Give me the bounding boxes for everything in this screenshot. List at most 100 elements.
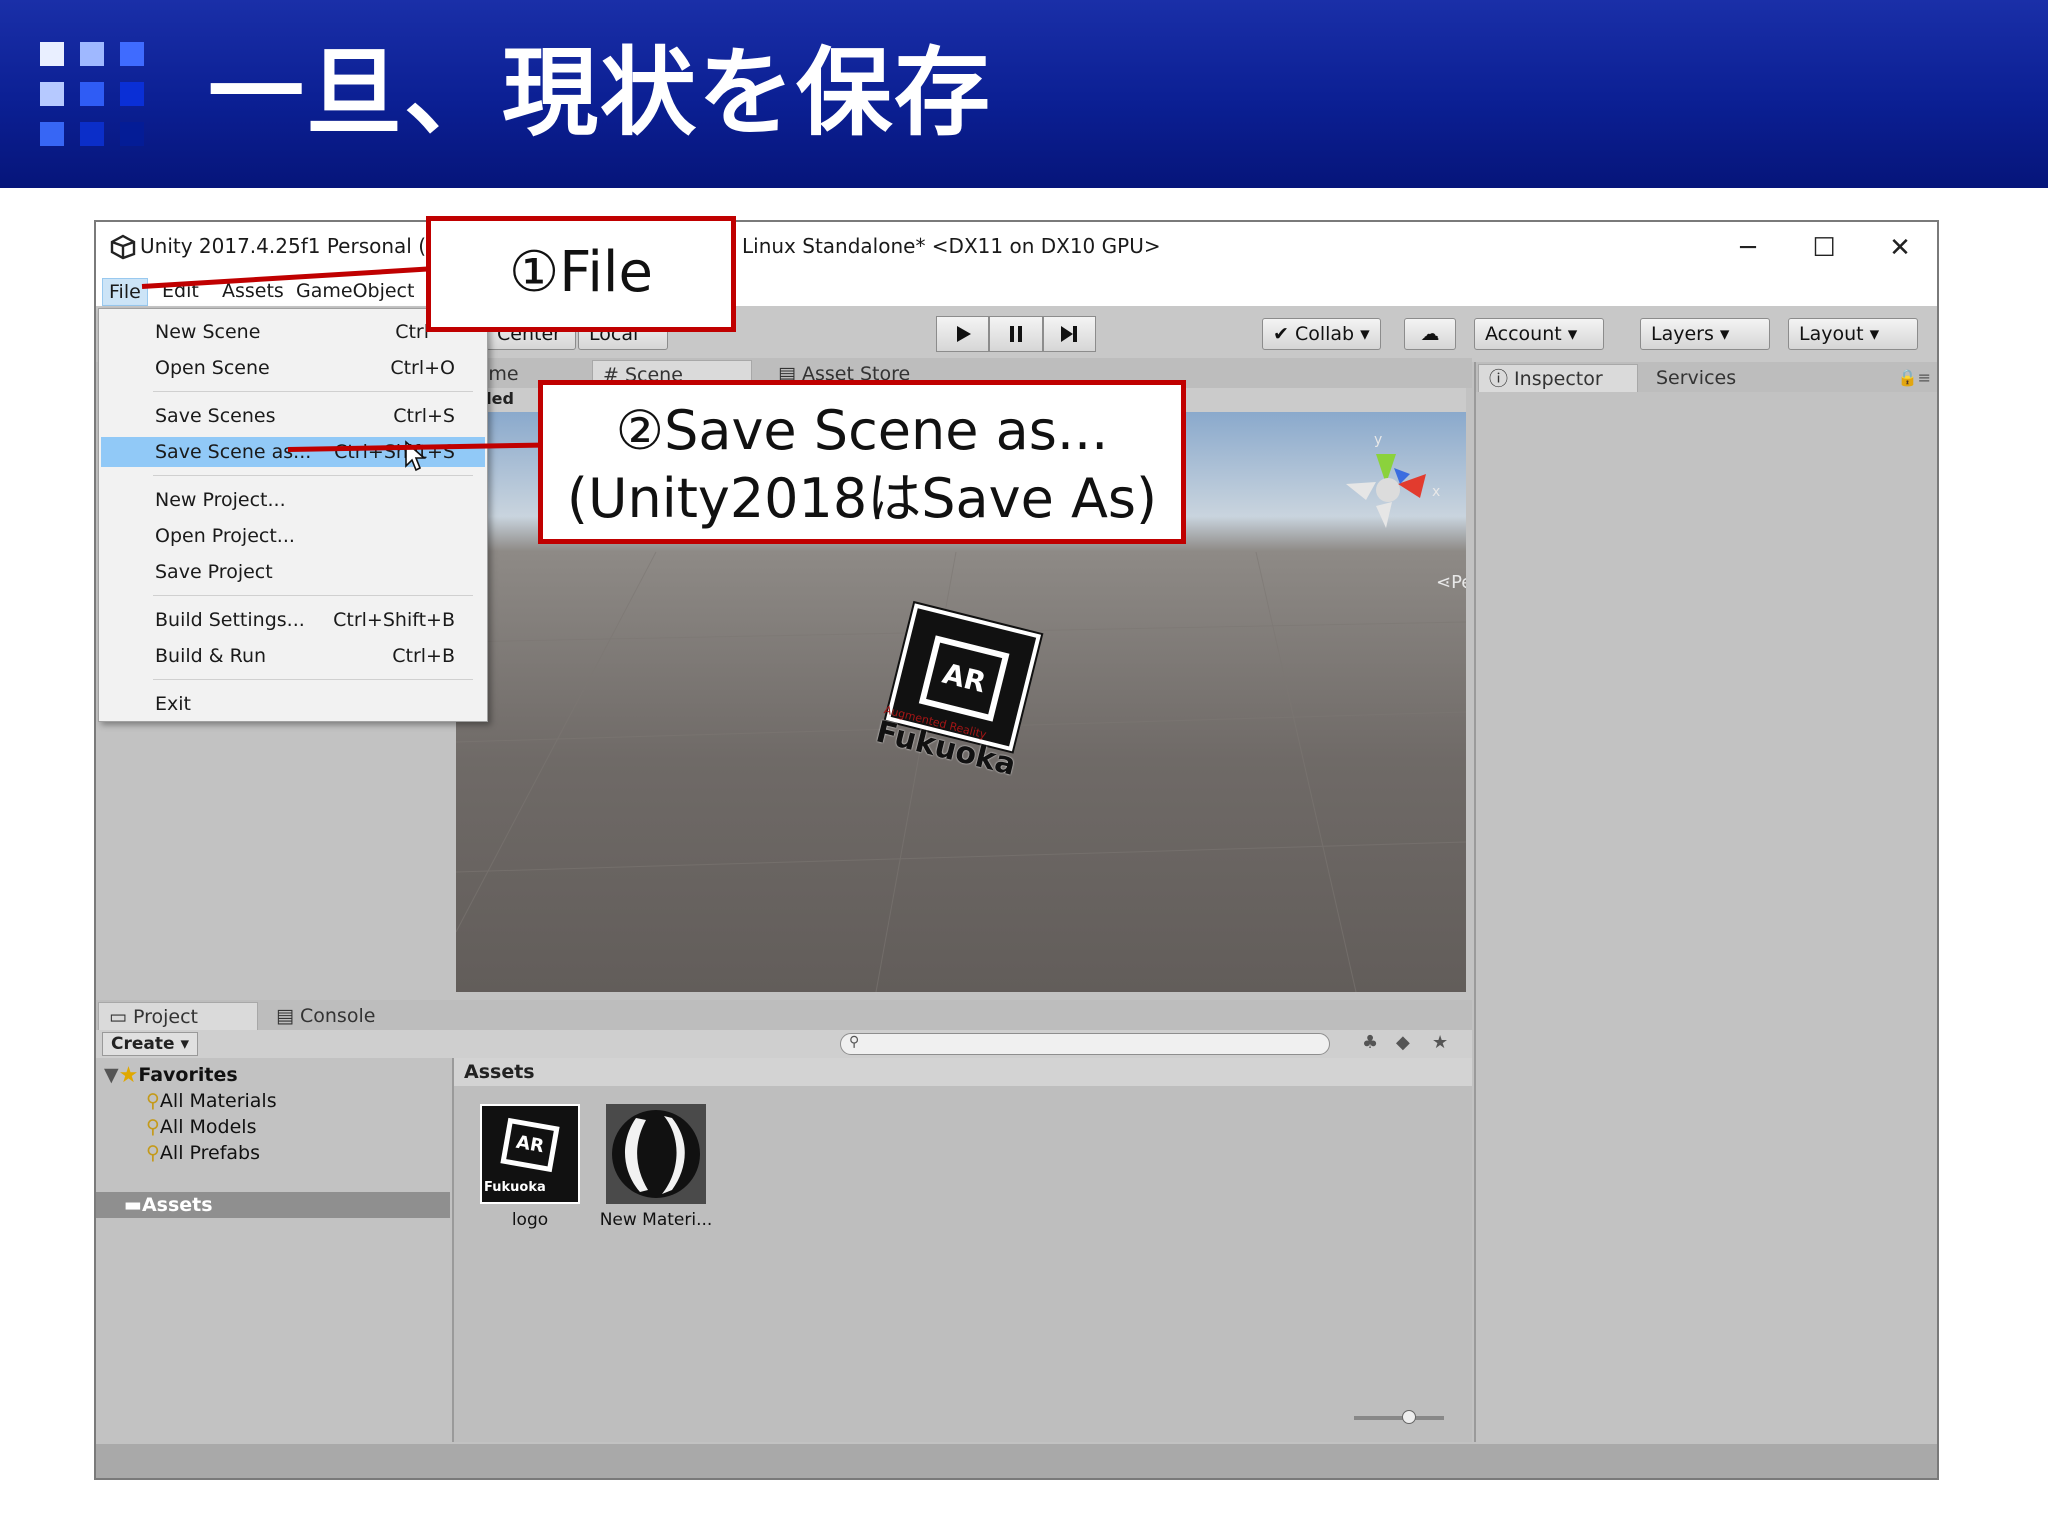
tab-project[interactable]: ▭ Project (98, 1002, 258, 1030)
callout-save-scene-as: ②Save Scene as... (Unity2018はSave As) (538, 380, 1186, 544)
project-tabstrip: ▭ Project ▤ Console (96, 1000, 1472, 1030)
menu-item-build-and-run[interactable]: Build & Run Ctrl+B (101, 641, 485, 671)
menu-item-exit[interactable]: Exit (101, 689, 485, 719)
svg-text:y: y (1374, 432, 1382, 448)
project-toolbar: Create ▾ ⚲ ♣ ◆ ★ (96, 1030, 1472, 1058)
playback-controls (936, 316, 1096, 352)
cloud-icon: ☁ (1420, 323, 1440, 345)
material-sphere-icon (612, 1110, 700, 1198)
callout-save-line1: ②Save Scene as... (615, 399, 1109, 462)
favorite-item[interactable]: ⚲ All Prefabs (146, 1140, 260, 1166)
tab-services[interactable]: Services (1646, 364, 1746, 392)
tab-console-label: Console (300, 1005, 376, 1027)
collab-label: Collab (1294, 323, 1355, 345)
menu-separator (153, 391, 473, 392)
check-icon: ✔ (1273, 323, 1295, 345)
expand-triangle-icon[interactable]: ▼ (104, 1064, 119, 1086)
tab-console[interactable]: ▤ Console (266, 1002, 385, 1030)
ar-marker-text: AR (926, 642, 1003, 715)
menu-file[interactable]: File (102, 278, 148, 306)
collab-dropdown[interactable]: ✔ Collab ▾ (1262, 318, 1381, 350)
search-folder-icon: ⚲ (146, 1090, 160, 1112)
step-button[interactable] (1042, 316, 1096, 352)
search-folder-icon: ⚲ (146, 1142, 160, 1164)
assets-folder-node[interactable]: ▬ Assets (96, 1192, 450, 1218)
assets-grid: Assets AR Fukuoka logo New Materi... (452, 1058, 1472, 1442)
search-icon: ⚲ (849, 1034, 860, 1050)
title-bar: Unity 2017.4.25f1 Personal (64bit Linux … (96, 222, 1937, 274)
favorites-label: Favorites (138, 1064, 238, 1086)
menu-item-open-scene[interactable]: Open Scene Ctrl+O (101, 353, 485, 383)
favorite-star-icon[interactable]: ★ (1432, 1032, 1448, 1053)
project-search-input[interactable]: ⚲ (840, 1033, 1330, 1055)
asset-logo-label: logo (511, 1210, 549, 1230)
tab-project-label: Project (133, 1006, 199, 1028)
tab-inspector-label: Inspector (1514, 368, 1603, 390)
inspector-tabstrip: ⓘ Inspector Services 🔒≡ (1476, 362, 1937, 392)
status-bar (96, 1444, 1937, 1478)
menu-item-build-settings[interactable]: Build Settings... Ctrl+Shift+B (101, 605, 485, 635)
slide-header: 一旦、現状を保存 (0, 0, 2048, 188)
callout-save-line2: (Unity2018はSave As) (566, 467, 1158, 530)
info-icon: ⓘ (1489, 368, 1515, 390)
tab-inspector[interactable]: ⓘ Inspector (1478, 364, 1638, 392)
folder-icon: ▬ (124, 1194, 142, 1216)
favorite-item[interactable]: ⚲ All Models (146, 1114, 256, 1140)
window-title-platform: Linux Standalone* <DX11 on DX10 GPU> (742, 234, 1161, 258)
maximize-button[interactable]: ☐ (1794, 228, 1854, 268)
filter-by-label-icon[interactable]: ◆ (1396, 1032, 1410, 1053)
lock-icon[interactable]: 🔒≡ (1898, 368, 1931, 387)
menu-item-open-project[interactable]: Open Project... (101, 521, 485, 551)
favorite-item-label: All Materials (159, 1090, 277, 1112)
pause-icon (1009, 326, 1022, 342)
menu-item-save-project[interactable]: Save Project (101, 557, 485, 587)
account-dropdown[interactable]: Account ▾ (1474, 318, 1604, 350)
favorite-item-label: All Prefabs (159, 1142, 261, 1164)
assets-breadcrumb: Assets (454, 1058, 1472, 1086)
unity-logo-icon (110, 234, 136, 260)
minimize-button[interactable]: ─ (1718, 228, 1778, 268)
svg-text:x: x (1432, 484, 1440, 500)
asset-logo-thumbnail[interactable]: AR Fukuoka (480, 1104, 580, 1204)
layers-dropdown[interactable]: Layers ▾ (1640, 318, 1770, 350)
account-label: Account (1485, 323, 1562, 345)
menu-separator (153, 679, 473, 680)
ar-marker-inner: AR (918, 635, 1010, 722)
folder-icon: ▭ (109, 1006, 133, 1028)
thumbnail-size-slider[interactable] (1354, 1410, 1444, 1424)
layers-label: Layers (1651, 323, 1714, 345)
favorite-item-label: All Models (159, 1116, 257, 1138)
asset-material-label: New Materi... (599, 1210, 713, 1230)
create-label: Create (111, 1034, 175, 1054)
menu-gameobject[interactable]: GameObject (290, 278, 420, 304)
pause-button[interactable] (989, 316, 1043, 352)
filter-by-type-icon[interactable]: ♣ (1362, 1032, 1378, 1053)
file-menu-dropdown: New Scene Ctrl Open Scene Ctrl+O Save Scen… (98, 308, 488, 722)
console-icon: ▤ (276, 1005, 300, 1027)
star-icon: ★ (118, 1062, 139, 1088)
scene-gizmo-icon[interactable]: y x (1336, 422, 1446, 542)
project-panel: ▭ Project ▤ Console Create ▾ ⚲ ♣ ◆ ★ ▼ ★… (96, 1000, 1472, 1442)
persp-icon: ⋖ (1436, 572, 1452, 593)
play-icon (956, 326, 971, 342)
layout-label: Layout (1799, 323, 1864, 345)
create-button[interactable]: Create ▾ (102, 1032, 198, 1056)
callout-file: ①File (426, 216, 736, 332)
slider-thumb[interactable] (1402, 1410, 1416, 1424)
step-icon (1061, 326, 1078, 342)
project-tree: ▼ ★ Favorites ⚲ All Materials ⚲ All Mode… (96, 1058, 450, 1442)
play-button[interactable] (936, 316, 990, 352)
inspector-panel: ⓘ Inspector Services 🔒≡ (1474, 362, 1937, 1442)
menu-item-save-scenes[interactable]: Save Scenes Ctrl+S (101, 401, 485, 431)
asset-material-thumbnail[interactable] (606, 1104, 706, 1204)
menu-separator (153, 595, 473, 596)
menu-item-new-project[interactable]: New Project... (101, 485, 485, 515)
layout-dropdown[interactable]: Layout ▾ (1788, 318, 1918, 350)
persp-text: Persp (1451, 572, 1466, 593)
slide-logo-icon (40, 42, 146, 148)
favorite-item[interactable]: ⚲ All Materials (146, 1088, 277, 1114)
cloud-button[interactable]: ☁ (1404, 318, 1456, 350)
favorites-node[interactable]: ▼ ★ Favorites (104, 1062, 238, 1088)
close-button[interactable]: ✕ (1870, 228, 1930, 268)
persp-label[interactable]: ⋖Persp (1436, 572, 1466, 593)
